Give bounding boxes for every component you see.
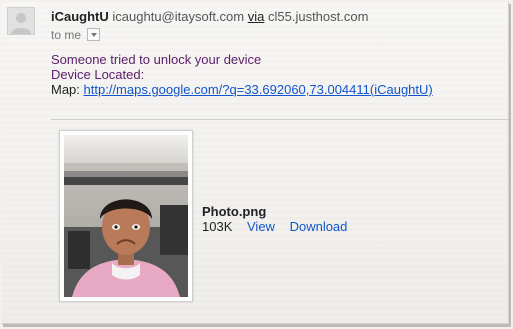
body-line-map: Map: http://maps.google.com/?q=33.692060… (51, 82, 433, 97)
sender-line: iCaughtU icaughtu@itaysoft.com via cl55.… (51, 9, 368, 24)
via-host: cl55.justhost.com (267, 9, 369, 24)
map-link[interactable]: http://maps.google.com/?q=33.692060,73.0… (84, 82, 433, 97)
sender-avatar-icon (7, 7, 35, 35)
photo-preview-image (64, 135, 188, 297)
view-link[interactable]: View (247, 219, 275, 234)
attachment-divider (51, 119, 509, 120)
attachment-thumbnail[interactable] (59, 130, 193, 302)
map-label: Map: (51, 82, 80, 97)
attachment-file-name: Photo.png (202, 204, 267, 219)
details-dropdown-icon[interactable] (87, 28, 101, 41)
body-line-alert: Someone tried to unlock your device (51, 52, 262, 67)
email-message-frame: iCaughtU icaughtu@itaysoft.com via cl55.… (1, 1, 509, 324)
attachment-file-size: 103K (202, 219, 233, 234)
via-link[interactable]: via (248, 9, 265, 24)
email-body: Someone tried to unlock your device Devi… (51, 52, 433, 97)
download-link[interactable]: Download (290, 219, 348, 234)
recipient-label: to me (51, 28, 82, 42)
sender-email: icaughtu@itaysoft.com (112, 9, 245, 24)
attachment-meta: 103K View Download (202, 219, 347, 234)
sender-name[interactable]: iCaughtU (51, 9, 109, 24)
recipient-line: to me (51, 28, 101, 42)
body-line-located: Device Located: (51, 67, 145, 82)
